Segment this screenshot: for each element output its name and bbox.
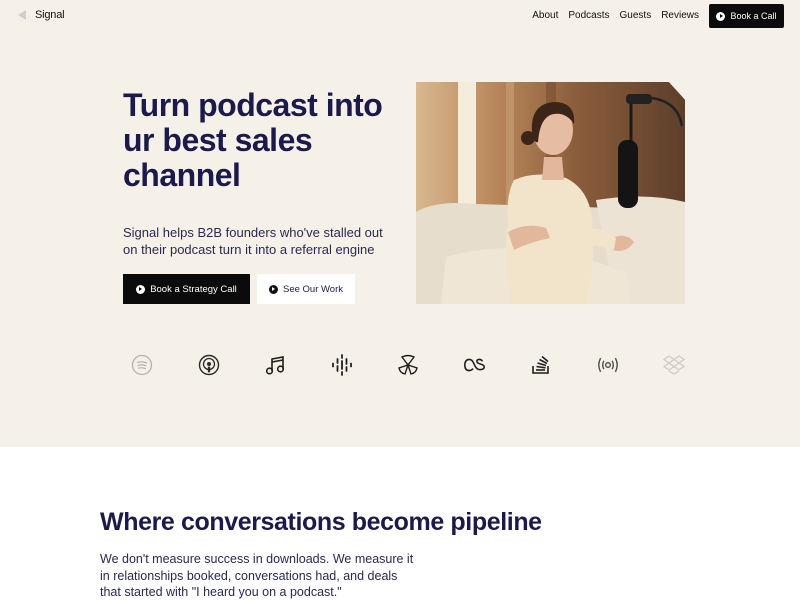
brand-logo[interactable]: Signal <box>18 9 65 21</box>
section-title: Where conversations become pipeline <box>100 508 542 536</box>
see-our-work-label: See Our Work <box>282 283 343 295</box>
hero-photo <box>416 82 685 304</box>
play-icon <box>136 284 146 294</box>
hero-section: Signal About Podcasts Guests Reviews Boo… <box>0 0 800 447</box>
see-our-work-button[interactable]: See Our Work <box>257 274 355 304</box>
lastfm-icon[interactable] <box>463 353 487 377</box>
nav-link-about[interactable]: About <box>532 10 558 21</box>
nav-link-reviews[interactable]: Reviews <box>661 10 699 21</box>
nav-link-podcasts[interactable]: Podcasts <box>568 10 609 21</box>
book-strategy-call-label: Book a Strategy Call <box>150 283 237 295</box>
google-podcasts-icon[interactable] <box>330 353 354 377</box>
dropbox-icon[interactable] <box>662 353 686 377</box>
book-strategy-call-button[interactable]: Book a Strategy Call <box>123 274 250 304</box>
broadcast-icon[interactable] <box>596 353 620 377</box>
brand-name: Signal <box>35 9 65 21</box>
stack-icon[interactable] <box>529 353 553 377</box>
book-call-label: Book a Call <box>730 11 777 21</box>
nav-links: About Podcasts Guests Reviews <box>532 10 699 21</box>
play-icon <box>716 11 726 21</box>
hero-headline: Turn podcast into ur best sales channel <box>123 87 383 193</box>
section-body: We don't measure success in downloads. W… <box>100 552 414 599</box>
book-call-button[interactable]: Book a Call <box>709 4 784 28</box>
spotify-icon[interactable] <box>130 353 154 377</box>
podcasts-icon[interactable] <box>197 353 221 377</box>
music-icon[interactable] <box>263 353 287 377</box>
hero-subtext: Signal helps B2B founders who've stalled… <box>123 225 383 257</box>
play-icon <box>268 284 278 294</box>
top-nav: Signal About Podcasts Guests Reviews Boo… <box>0 0 800 32</box>
overcast-icon[interactable] <box>396 353 420 377</box>
nav-link-guests[interactable]: Guests <box>620 10 652 21</box>
woman-podcasting-illustration <box>416 82 685 304</box>
platform-icons <box>130 352 686 378</box>
signal-logo-icon <box>18 9 30 21</box>
